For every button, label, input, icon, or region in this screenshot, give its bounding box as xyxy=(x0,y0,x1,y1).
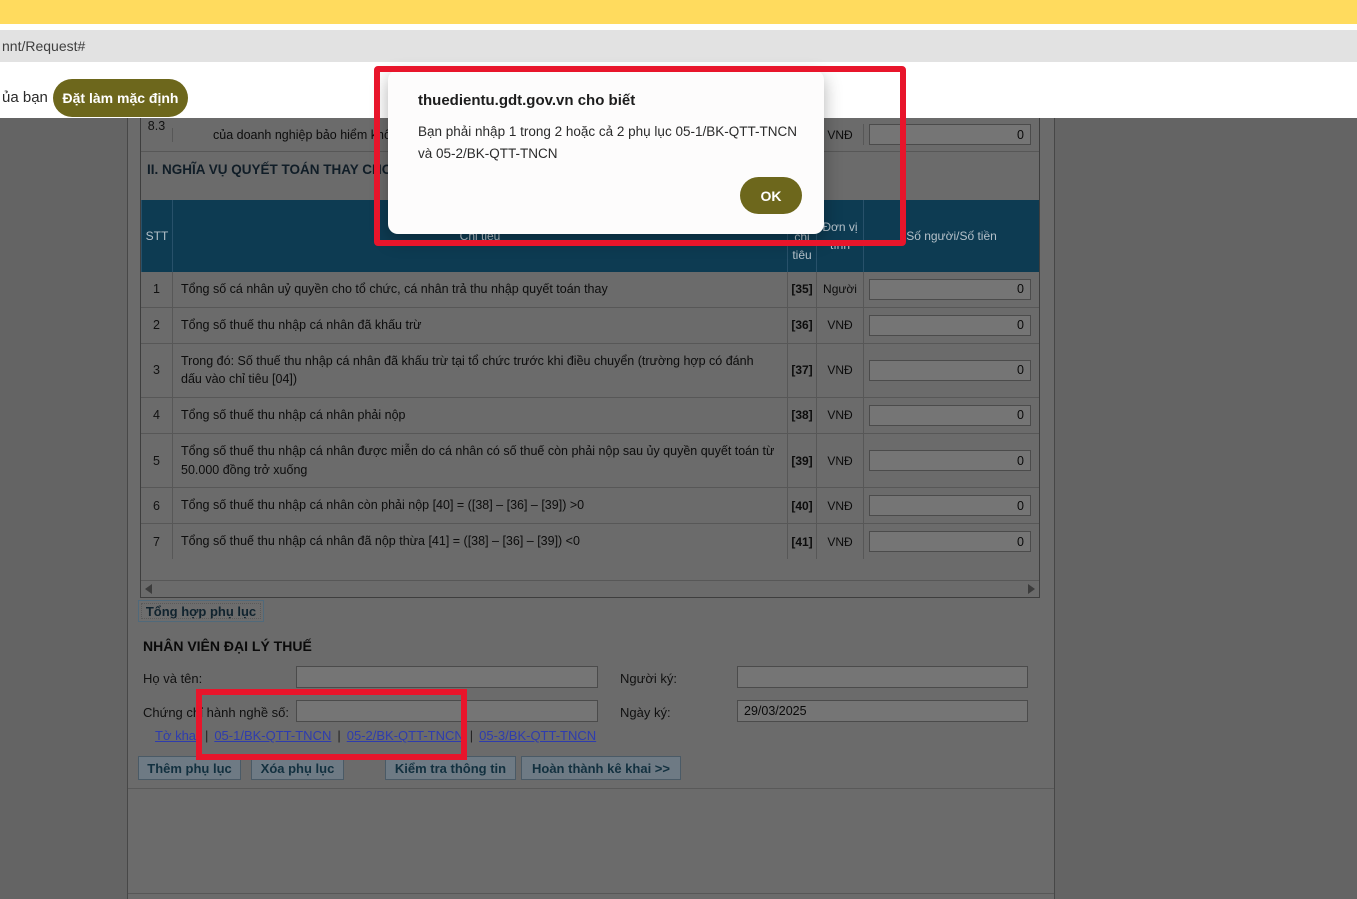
delete-appendix-button[interactable]: Xóa phụ lục xyxy=(251,756,344,780)
row-code: [40] xyxy=(787,488,816,523)
row-code: [35] xyxy=(787,272,816,307)
amount-input[interactable] xyxy=(869,279,1031,300)
alert-dialog: thuedientu.gdt.gov.vn cho biết Bạn phải … xyxy=(388,70,824,234)
signer-label: Người ký: xyxy=(620,671,677,686)
sign-date-input[interactable] xyxy=(737,700,1028,722)
appendix-link[interactable]: 05-1/BK-QTT-TNCN xyxy=(214,728,331,743)
link-separator: | xyxy=(199,728,214,743)
amount-input[interactable] xyxy=(869,405,1031,426)
appendix-link[interactable]: 05-3/BK-QTT-TNCN xyxy=(479,728,596,743)
link-item: Tờ khai xyxy=(143,728,199,743)
row-unit: VNĐ xyxy=(816,434,863,488)
row-desc: Tổng số thuế thu nhập cá nhân đã khấu tr… xyxy=(172,308,787,343)
row-value-cell xyxy=(863,124,1039,145)
add-appendix-button[interactable]: Thêm phụ lục xyxy=(138,756,241,780)
name-input[interactable] xyxy=(296,666,598,688)
amount-input[interactable] xyxy=(869,450,1031,471)
row-unit: VNĐ xyxy=(816,308,863,343)
link-separator: | xyxy=(331,728,346,743)
amount-input-8-3[interactable] xyxy=(869,124,1031,145)
appendix-link[interactable]: Tờ khai xyxy=(155,728,199,743)
row-stt: 5 xyxy=(141,434,172,488)
table-body: 1 Tổng số cá nhân uỷ quyền cho tổ chức, … xyxy=(141,272,1039,559)
row-unit: VNĐ xyxy=(816,488,863,523)
amount-input[interactable] xyxy=(869,315,1031,336)
row-stt: 2 xyxy=(141,308,172,343)
row-unit: VNĐ xyxy=(816,524,863,559)
amount-input[interactable] xyxy=(869,360,1031,381)
amount-input[interactable] xyxy=(869,495,1031,516)
row-stt: 4 xyxy=(141,398,172,433)
horizontal-scrollbar[interactable] xyxy=(141,580,1039,597)
row-desc: Tổng số thuế thu nhập cá nhân đã nộp thừ… xyxy=(172,524,787,559)
scroll-right-icon[interactable] xyxy=(1028,584,1035,594)
link-item: |05-1/BK-QTT-TNCN xyxy=(199,728,331,743)
panel-bottom-divider xyxy=(128,788,1054,789)
address-bar[interactable]: nnt/Request# xyxy=(0,30,1357,62)
link-item: |05-3/BK-QTT-TNCN xyxy=(464,728,596,743)
alert-dialog-message: Bạn phải nhập 1 trong 2 hoặc cả 2 phụ lụ… xyxy=(418,121,798,166)
scroll-left-icon[interactable] xyxy=(145,584,152,594)
link-separator: | xyxy=(464,728,479,743)
certificate-input[interactable] xyxy=(296,700,598,722)
row-value-cell xyxy=(863,344,1039,398)
screenshot-stage: nnt/Request# ủa bạn Đặt làm mặc định 8.3… xyxy=(0,0,1357,899)
row-stt: 3 xyxy=(141,344,172,398)
table-row: 6 Tổng số thuế thu nhập cá nhân còn phải… xyxy=(141,488,1039,524)
appendix-link[interactable]: 05-2/BK-QTT-TNCN xyxy=(347,728,464,743)
set-default-button[interactable]: Đặt làm mặc định xyxy=(53,79,188,117)
table-row: 2 Tổng số thuế thu nhập cá nhân đã khấu … xyxy=(141,308,1039,344)
row-code: [38] xyxy=(787,398,816,433)
amount-input[interactable] xyxy=(869,531,1031,552)
table-row: 1 Tổng số cá nhân uỷ quyền cho tổ chức, … xyxy=(141,272,1039,308)
row-value-cell xyxy=(863,488,1039,523)
finish-declaration-button[interactable]: Hoàn thành kê khai >> xyxy=(521,756,681,780)
row-desc: Tổng số thuế thu nhập cá nhân còn phải n… xyxy=(172,488,787,523)
row-value-cell xyxy=(863,272,1039,307)
row-unit: VNĐ xyxy=(816,398,863,433)
certificate-label: Chứng chỉ hành nghề số: xyxy=(143,705,289,720)
url-text: nnt/Request# xyxy=(0,38,85,54)
row-stt: 1 xyxy=(141,272,172,307)
table-bottom-spacer xyxy=(141,559,1039,580)
table-row: 5 Tổng số thuế thu nhập cá nhân được miễ… xyxy=(141,434,1039,489)
table-row: 7 Tổng số thuế thu nhập cá nhân đã nộp t… xyxy=(141,524,1039,559)
row-desc: Trong đó: Số thuế thu nhập cá nhân đã kh… xyxy=(172,344,787,398)
alert-dialog-title: thuedientu.gdt.gov.vn cho biết xyxy=(418,92,796,109)
footer-divider xyxy=(128,893,1054,894)
appendix-summary-button[interactable]: Tổng hợp phụ lục xyxy=(138,600,264,622)
row-stt: 7 xyxy=(141,524,172,559)
row-value-cell xyxy=(863,308,1039,343)
row-stt: 6 xyxy=(141,488,172,523)
browser-theme-bar xyxy=(0,0,1357,24)
row-unit: Người xyxy=(816,272,863,307)
row-code: [36] xyxy=(787,308,816,343)
row-desc: Tổng số cá nhân uỷ quyền cho tổ chức, cá… xyxy=(172,272,787,307)
header-stt: STT xyxy=(141,200,172,272)
tax-agent-heading: NHÂN VIÊN ĐẠI LÝ THUẾ xyxy=(143,638,312,654)
table-row: 4 Tổng số thuế thu nhập cá nhân phải nộp… xyxy=(141,398,1039,434)
row-code: [39] xyxy=(787,434,816,488)
sign-date-label: Ngày ký: xyxy=(620,705,671,720)
row-stt: 8.3 xyxy=(141,118,172,151)
row-code: [41] xyxy=(787,524,816,559)
check-info-button[interactable]: Kiểm tra thông tin xyxy=(385,756,516,780)
link-item: |05-2/BK-QTT-TNCN xyxy=(331,728,463,743)
row-unit: VNĐ xyxy=(816,344,863,398)
row-code: [37] xyxy=(787,344,816,398)
notification-text: ủa bạn xyxy=(2,89,48,106)
row-desc: Tổng số thuế thu nhập cá nhân phải nộp xyxy=(172,398,787,433)
name-label: Họ và tên: xyxy=(143,671,202,686)
header-so-nguoi-so-tien: Số người/Số tiền xyxy=(863,200,1039,272)
appendix-links: Tờ khai|05-1/BK-QTT-TNCN|05-2/BK-QTT-TNC… xyxy=(143,728,596,743)
row-value-cell xyxy=(863,434,1039,488)
link-separator xyxy=(143,728,155,743)
signer-input[interactable] xyxy=(737,666,1028,688)
ok-button[interactable]: OK xyxy=(740,177,802,214)
row-value-cell xyxy=(863,524,1039,559)
row-value-cell xyxy=(863,398,1039,433)
row-desc: Tổng số thuế thu nhập cá nhân được miễn … xyxy=(172,434,787,488)
table-row: 3 Trong đó: Số thuế thu nhập cá nhân đã … xyxy=(141,344,1039,399)
